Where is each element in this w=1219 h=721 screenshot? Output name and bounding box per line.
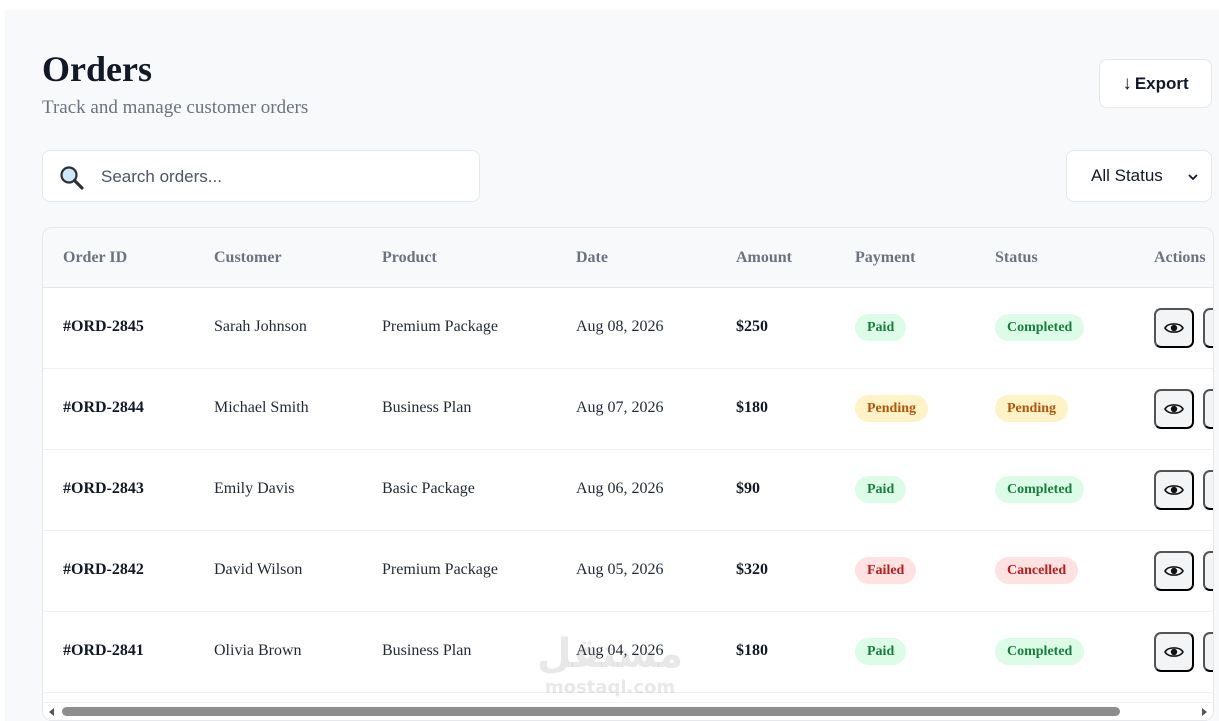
order-amount: $180 xyxy=(736,642,768,659)
search-box xyxy=(42,150,480,202)
customer-name: Sarah Johnson xyxy=(214,318,307,335)
orders-page: Orders Track and manage customer orders … xyxy=(5,10,1219,721)
view-order-button[interactable] xyxy=(1154,551,1194,591)
order-id: #ORD-2841 xyxy=(63,642,144,659)
product-name: Business Plan xyxy=(382,399,472,416)
more-actions-button[interactable] xyxy=(1203,389,1213,429)
order-date: Aug 07, 2026 xyxy=(576,399,664,416)
column-header-actions: Actions xyxy=(1154,249,1206,266)
view-order-button[interactable] xyxy=(1154,389,1194,429)
table-row[interactable]: #ORD-2845 Sarah Johnson Premium Package … xyxy=(43,288,1213,369)
search-icon xyxy=(60,166,84,190)
product-name: Premium Package xyxy=(382,561,498,578)
eye-icon xyxy=(1164,404,1184,414)
status-badge: Completed xyxy=(995,314,1085,341)
column-header-date[interactable]: Date xyxy=(576,249,608,267)
status-badge: Completed xyxy=(995,638,1085,665)
customer-name: Michael Smith xyxy=(214,399,309,416)
status-filter-value: All Status xyxy=(1091,166,1163,185)
order-date: Aug 06, 2026 xyxy=(576,480,664,497)
view-order-button[interactable] xyxy=(1154,470,1194,510)
status-badge: Pending xyxy=(995,395,1069,422)
payment-badge: Failed xyxy=(855,557,917,584)
page-title: Orders xyxy=(42,49,152,89)
order-id: #ORD-2844 xyxy=(63,399,144,416)
view-order-button[interactable] xyxy=(1154,308,1194,348)
page-subtitle: Track and manage customer orders xyxy=(42,97,309,118)
column-header-status[interactable]: Status xyxy=(995,249,1038,267)
order-id: #ORD-2843 xyxy=(63,480,144,497)
column-header-customer[interactable]: Customer xyxy=(214,249,282,267)
download-arrow-icon: ↓ xyxy=(1122,72,1132,94)
export-button[interactable]: ↓ Export xyxy=(1099,59,1212,108)
customer-name: Emily Davis xyxy=(214,480,295,497)
product-name: Basic Package xyxy=(382,480,475,497)
order-amount: $320 xyxy=(736,561,768,578)
eye-icon xyxy=(1164,647,1184,657)
column-header-order-id[interactable]: Order ID xyxy=(63,249,127,267)
more-actions-button[interactable] xyxy=(1203,308,1213,348)
more-actions-button[interactable] xyxy=(1203,551,1213,591)
column-header-payment[interactable]: Payment xyxy=(855,249,915,267)
scroll-right-arrow-icon[interactable] xyxy=(1199,707,1209,717)
table-row[interactable]: #ORD-2844 Michael Smith Business Plan Au… xyxy=(43,369,1213,450)
order-amount: $180 xyxy=(736,399,768,416)
eye-icon xyxy=(1164,323,1184,333)
export-label: Export xyxy=(1134,73,1189,93)
watermark-latin: mostaql.com xyxy=(544,677,676,698)
more-actions-button[interactable] xyxy=(1203,470,1213,510)
order-id: #ORD-2845 xyxy=(63,318,144,335)
order-date: Aug 08, 2026 xyxy=(576,318,664,335)
order-id: #ORD-2842 xyxy=(63,561,144,578)
table-header: Order ID Customer Product Date Amount Pa… xyxy=(43,228,1213,288)
order-amount: $90 xyxy=(736,480,760,497)
column-header-amount[interactable]: Amount xyxy=(736,249,792,267)
payment-badge: Paid xyxy=(855,476,907,503)
view-order-button[interactable] xyxy=(1154,632,1194,672)
order-date: Aug 05, 2026 xyxy=(576,561,664,578)
table-row[interactable]: #ORD-2843 Emily Davis Basic Package Aug … xyxy=(43,450,1213,531)
order-amount: $250 xyxy=(736,318,768,335)
column-header-product[interactable]: Product xyxy=(382,249,437,267)
scroll-left-arrow-icon[interactable] xyxy=(47,707,57,717)
table-row[interactable]: #ORD-2842 David Wilson Premium Package A… xyxy=(43,531,1213,612)
customer-name: Olivia Brown xyxy=(214,642,302,659)
payment-badge: Paid xyxy=(855,638,907,665)
search-input[interactable] xyxy=(101,163,461,191)
watermark-arabic: مستقل xyxy=(536,631,684,677)
eye-icon xyxy=(1164,566,1184,576)
product-name: Business Plan xyxy=(382,642,472,659)
product-name: Premium Package xyxy=(382,318,498,335)
status-filter-select[interactable]: All Status xyxy=(1066,150,1212,202)
payment-badge: Pending xyxy=(855,395,929,422)
eye-icon xyxy=(1164,485,1184,495)
status-badge: Completed xyxy=(995,476,1085,503)
chevron-down-icon xyxy=(1188,174,1198,181)
payment-badge: Paid xyxy=(855,314,907,341)
more-actions-button[interactable] xyxy=(1203,632,1213,672)
customer-name: David Wilson xyxy=(214,561,303,578)
status-badge: Cancelled xyxy=(995,557,1079,584)
watermark: مستقل mostaql.com xyxy=(530,630,690,710)
